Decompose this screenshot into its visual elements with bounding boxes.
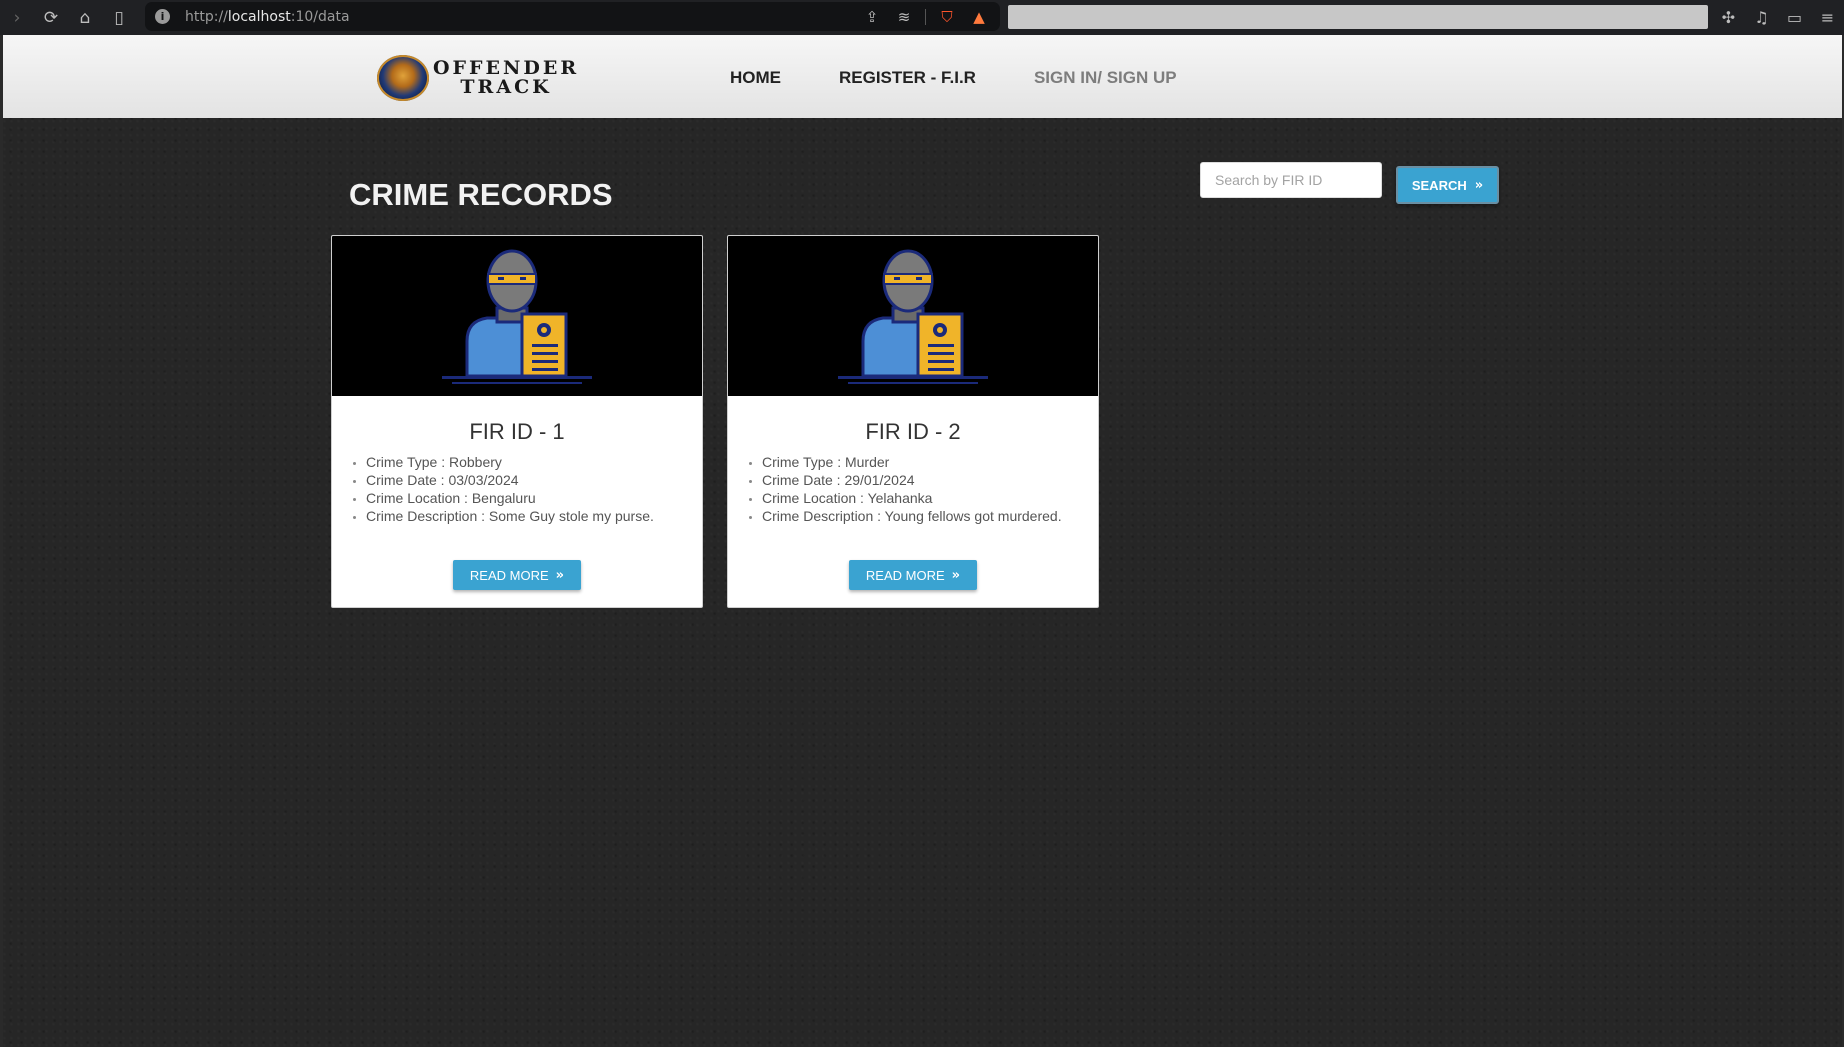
- page-title: CRIME RECORDS: [349, 177, 613, 212]
- site-header: OFFENDER TRACK HOME REGISTER - F.I.R SIG…: [3, 35, 1842, 118]
- crime-type: Crime Type : Murder: [762, 453, 1098, 471]
- main-nav: HOME REGISTER - F.I.R SIGN IN/ SIGN UP: [730, 68, 1177, 88]
- logo-text: OFFENDER TRACK: [433, 57, 580, 98]
- share-icon[interactable]: ⇪: [857, 2, 887, 31]
- nav-register-fir[interactable]: REGISTER - F.I.R: [839, 68, 976, 88]
- crime-type: Crime Type : Robbery: [366, 453, 702, 471]
- shield-icon[interactable]: ⛉: [932, 2, 962, 31]
- search-button[interactable]: SEARCH »: [1396, 166, 1499, 204]
- double-chevron-right-icon: »: [951, 567, 961, 583]
- criminal-image: [728, 236, 1098, 396]
- crime-date: Crime Date : 03/03/2024: [366, 471, 702, 489]
- criminal-icon: [838, 249, 988, 384]
- record-card: FIR ID - 1 Crime Type : Robbery Crime Da…: [331, 235, 703, 608]
- record-details: Crime Type : Murder Crime Date : 29/01/2…: [762, 453, 1098, 525]
- reload-icon[interactable]: ⟳: [34, 3, 68, 33]
- record-card: FIR ID - 2 Crime Type : Murder Crime Dat…: [727, 235, 1099, 608]
- url-text[interactable]: http://localhost:10/data: [185, 9, 350, 25]
- crime-description: Crime Description : Some Guy stole my pu…: [366, 507, 702, 525]
- nav-home[interactable]: HOME: [730, 68, 781, 88]
- divider: [925, 8, 926, 25]
- double-chevron-right-icon: »: [1474, 177, 1484, 193]
- home-icon[interactable]: ⌂: [68, 3, 102, 33]
- nav-sign-in[interactable]: SIGN IN/ SIGN UP: [1034, 68, 1177, 88]
- double-chevron-right-icon: »: [555, 567, 565, 583]
- menu-icon[interactable]: ≡: [1811, 3, 1844, 33]
- search-input[interactable]: [1200, 162, 1382, 198]
- browser-toolbar: › ⟳ ⌂ ▯ i http://localhost:10/data ⇪ ≋ ⛉…: [0, 0, 1844, 35]
- crime-location: Crime Location : Yelahanka: [762, 489, 1098, 507]
- rss-icon[interactable]: ≋: [889, 2, 919, 31]
- address-bar[interactable]: i http://localhost:10/data ⇪ ≋ ⛉ ▲: [145, 2, 1000, 31]
- wallet-icon[interactable]: ▭: [1778, 3, 1811, 33]
- redacted-bar: [1008, 5, 1708, 29]
- crime-location: Crime Location : Bengaluru: [366, 489, 702, 507]
- criminal-image: [332, 236, 702, 396]
- site-info-icon[interactable]: i: [155, 9, 170, 24]
- crime-date: Crime Date : 29/01/2024: [762, 471, 1098, 489]
- rewards-icon[interactable]: ▲: [964, 2, 994, 31]
- crime-description: Crime Description : Young fellows got mu…: [762, 507, 1098, 525]
- police-emblem-icon: [377, 55, 429, 101]
- read-more-button[interactable]: READ MORE »: [849, 560, 977, 590]
- page-viewport: OFFENDER TRACK HOME REGISTER - F.I.R SIG…: [3, 35, 1842, 1047]
- site-logo[interactable]: OFFENDER TRACK: [377, 55, 579, 101]
- read-more-button[interactable]: READ MORE »: [453, 560, 581, 590]
- record-details: Crime Type : Robbery Crime Date : 03/03/…: [366, 453, 702, 525]
- media-icon[interactable]: ♫: [1745, 3, 1778, 33]
- criminal-icon: [442, 249, 592, 384]
- record-title: FIR ID - 2: [865, 419, 961, 444]
- record-title: FIR ID - 1: [469, 419, 565, 444]
- bookmark-icon[interactable]: ▯: [102, 3, 136, 33]
- extensions-icon[interactable]: ✣: [1712, 3, 1745, 33]
- forward-icon[interactable]: ›: [0, 3, 34, 33]
